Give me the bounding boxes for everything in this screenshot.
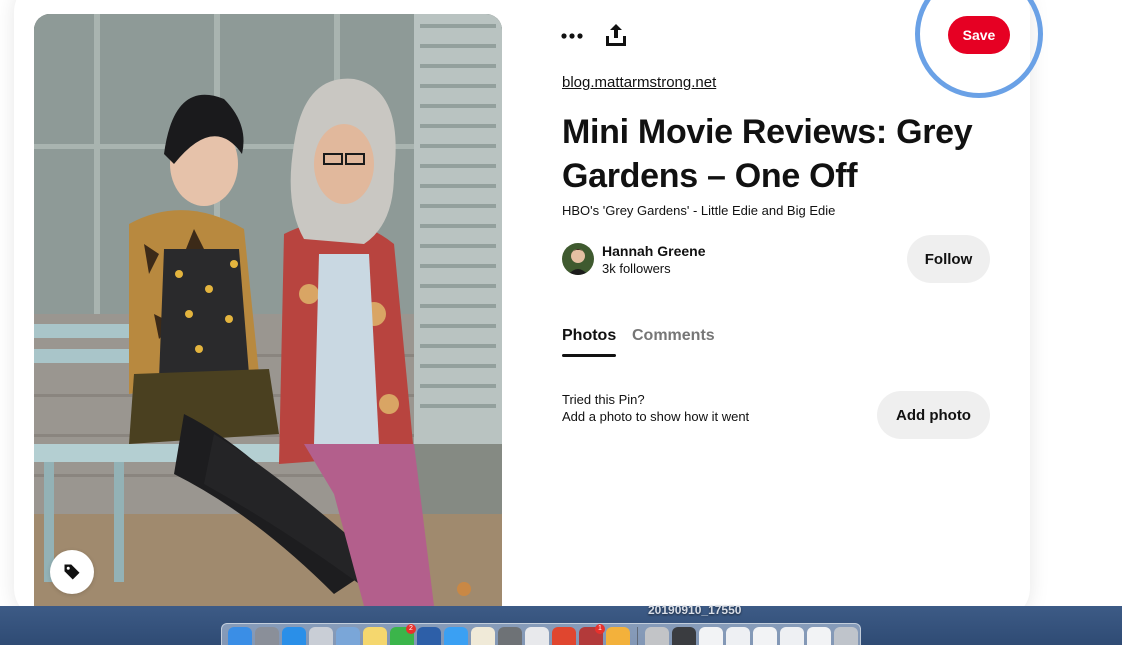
notes-icon[interactable] (363, 627, 387, 645)
textedit-icon[interactable] (471, 627, 495, 645)
share-upload-icon (606, 24, 626, 46)
safari-icon[interactable] (282, 627, 306, 645)
creator-followers: 3k followers (602, 261, 671, 276)
tried-subtext: Add a photo to show how it went (562, 409, 750, 424)
dock: 21 (221, 623, 861, 645)
source-link[interactable]: blog.mattarmstrong.net (562, 74, 716, 91)
active-tab-indicator (562, 354, 616, 357)
tab-comments[interactable]: Comments (632, 327, 715, 345)
save-button[interactable]: Save (948, 16, 1010, 54)
system-preferences-icon[interactable] (498, 627, 522, 645)
preview-icon[interactable] (336, 627, 360, 645)
avatar-image (562, 243, 594, 275)
calendar-icon[interactable] (525, 627, 549, 645)
document-thumbnail-icon[interactable] (753, 627, 777, 645)
pin-description: HBO's 'Grey Gardens' - Little Edie and B… (562, 203, 836, 218)
launchpad-icon[interactable] (255, 627, 279, 645)
follow-button[interactable]: Follow (907, 235, 990, 283)
pin-title: Mini Movie Reviews: Grey Gardens – One O… (562, 113, 973, 195)
add-photo-button[interactable]: Add photo (877, 391, 990, 439)
quicktime-icon[interactable] (417, 627, 441, 645)
pin-image-illustration (34, 14, 502, 606)
document-thumbnail-icon[interactable] (726, 627, 750, 645)
finder-icon[interactable] (228, 627, 252, 645)
desktop-file-label[interactable]: 20190910_17550 (648, 603, 741, 617)
dock-separator (637, 627, 638, 645)
trash-icon[interactable] (834, 627, 858, 645)
share-button[interactable] (602, 20, 630, 50)
photos-icon[interactable] (606, 627, 630, 645)
help-icon[interactable] (309, 627, 333, 645)
chrome-icon[interactable] (552, 627, 576, 645)
notification-badge: 1 (595, 624, 605, 634)
ellipsis-icon (561, 33, 583, 39)
tag-icon (64, 564, 80, 580)
tried-heading: Tried this Pin? (562, 392, 645, 407)
tag-button[interactable] (50, 550, 94, 594)
tab-photos[interactable]: Photos (562, 327, 616, 345)
photo-booth-icon[interactable]: 1 (579, 624, 605, 645)
document-thumbnail-icon[interactable] (780, 627, 804, 645)
messages-icon[interactable] (444, 627, 468, 645)
notification-badge: 2 (406, 624, 416, 634)
facetime-icon[interactable]: 2 (390, 624, 416, 645)
document-thumbnail-icon[interactable] (699, 627, 723, 645)
more-options-button[interactable] (558, 22, 586, 50)
screenshot-thumbnail-icon[interactable] (645, 627, 669, 645)
screenshot-thumbnail-icon[interactable] (672, 627, 696, 645)
creator-name[interactable]: Hannah Greene (602, 243, 705, 259)
document-thumbnail-icon[interactable] (807, 627, 831, 645)
avatar[interactable] (562, 243, 594, 275)
pin-image[interactable] (34, 14, 502, 606)
